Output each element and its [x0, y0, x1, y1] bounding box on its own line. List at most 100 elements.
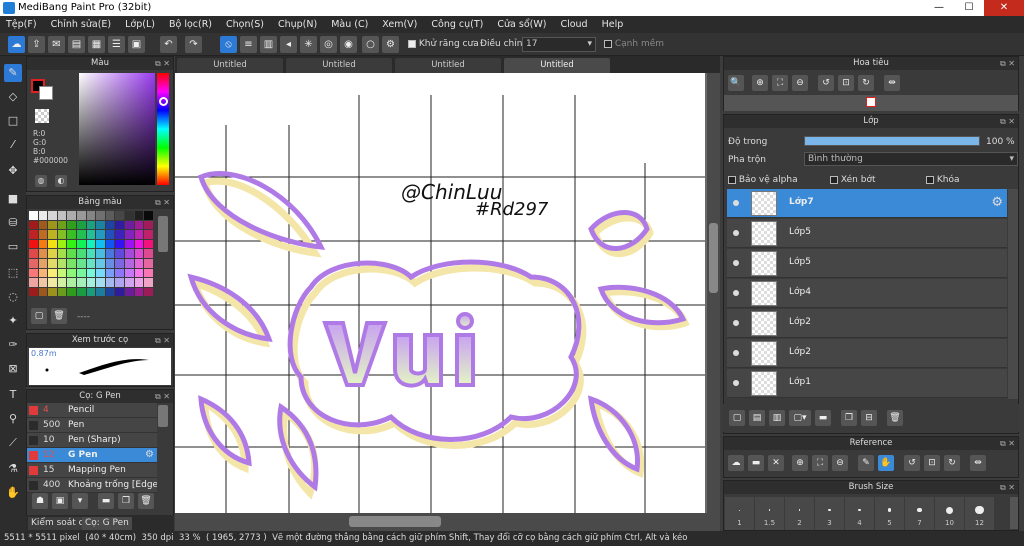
palette-swatch[interactable] — [29, 230, 38, 239]
palette-swatch[interactable] — [29, 239, 38, 249]
palette-swatch[interactable] — [86, 230, 96, 239]
drawing-canvas[interactable]: @ChinLuu #Rd297 — [175, 73, 720, 513]
palette-swatch[interactable] — [144, 287, 153, 297]
palette-swatch[interactable] — [48, 249, 57, 258]
palette-swatch[interactable] — [57, 278, 67, 287]
palette-swatch[interactable] — [105, 211, 115, 220]
menu-tools[interactable]: Công cụ(T) — [431, 19, 483, 30]
layer-row-selected[interactable]: Lớp7 ⚙ — [727, 189, 1007, 218]
rotate-left-icon[interactable]: ↺ — [818, 75, 834, 91]
palette-swatch[interactable] — [29, 220, 38, 230]
palette-swatch[interactable] — [144, 220, 153, 230]
palette-swatch[interactable] — [38, 211, 48, 220]
transparent-color-swatch[interactable] — [35, 109, 49, 123]
antialias-checkbox[interactable] — [408, 39, 416, 48]
palette-swatch[interactable] — [125, 249, 134, 258]
palette-swatch[interactable] — [134, 278, 144, 287]
hue-handle[interactable] — [159, 97, 168, 106]
palette-swatch[interactable] — [38, 249, 48, 258]
visibility-eye-icon[interactable] — [733, 380, 739, 386]
canvas-hscroll-track[interactable] — [175, 513, 720, 531]
palette-swatch[interactable] — [125, 239, 134, 249]
menu-filter[interactable]: Bộ lọc(R) — [169, 19, 212, 30]
menu-snap[interactable]: Chụp(N) — [278, 19, 317, 30]
layer-row[interactable]: Lớp5 — [727, 249, 1007, 278]
menu-view[interactable]: Xem(V) — [382, 19, 417, 30]
rect-tool-icon[interactable]: □ — [4, 112, 22, 130]
palette-swatch[interactable] — [134, 249, 144, 258]
tab-document-2[interactable]: Untitled — [286, 58, 392, 73]
brush-tool-icon[interactable]: ✎ — [4, 64, 22, 82]
brush-size-cell[interactable]: 5 — [875, 497, 904, 530]
palette-swatch[interactable] — [86, 249, 96, 258]
adjust-select[interactable]: 17 ▾ — [522, 37, 596, 52]
palette-swatch[interactable] — [67, 287, 76, 297]
canvas-vscroll-thumb[interactable] — [709, 223, 718, 293]
palette-swatch[interactable] — [115, 220, 124, 230]
palette-swatch[interactable] — [77, 249, 86, 258]
brush-size-cell[interactable]: 7 — [905, 497, 934, 530]
palette-swatch[interactable] — [96, 287, 105, 297]
antialias-toggle[interactable]: Khử răng cưa — [408, 39, 479, 49]
palette-swatch[interactable] — [125, 230, 134, 239]
palette-swatch[interactable] — [125, 211, 134, 220]
navigator-viewport[interactable] — [866, 97, 876, 107]
palette-swatch[interactable] — [115, 287, 124, 297]
palette-swatch[interactable] — [105, 259, 115, 268]
clip-checkbox[interactable] — [830, 175, 838, 184]
visibility-eye-icon[interactable] — [733, 320, 739, 326]
palette-swatch[interactable] — [77, 211, 86, 220]
palette-swatch[interactable] — [57, 287, 67, 297]
palette-swatch[interactable] — [134, 220, 144, 230]
palette-icon[interactable]: ◍ — [35, 175, 47, 187]
palette-swatch[interactable] — [115, 259, 124, 268]
comment-icon[interactable]: ✉ — [48, 36, 65, 53]
menu-select[interactable]: Chọn(S) — [226, 19, 264, 30]
palette-swatch[interactable] — [38, 259, 48, 268]
brush-size-cell[interactable]: 1.5 — [755, 497, 784, 530]
select-pen-tool-icon[interactable]: ✑ — [4, 336, 22, 354]
opacity-slider[interactable] — [804, 136, 980, 146]
palette-swatch[interactable] — [125, 268, 134, 278]
ref-flip-icon[interactable]: ⇹ — [970, 455, 986, 471]
menu-window[interactable]: Cửa sổ(W) — [497, 19, 546, 30]
brush-size-cell[interactable]: 10 — [935, 497, 964, 530]
palette-swatch[interactable] — [67, 220, 76, 230]
palette-swatch[interactable] — [144, 278, 153, 287]
palette-swatch[interactable] — [77, 259, 86, 268]
brush-folder-icon[interactable]: ▬ — [98, 493, 114, 509]
close-reference-icon[interactable]: ✕ — [768, 455, 784, 471]
palette-swatch[interactable] — [57, 230, 67, 239]
palette-swatch[interactable] — [48, 220, 57, 230]
settings-gear-icon[interactable]: ⚙ — [382, 36, 399, 53]
ref-reset-icon[interactable]: ⊡ — [924, 455, 940, 471]
brush-list-scrollbar[interactable] — [158, 405, 168, 427]
canvas-area[interactable]: @ChinLuu #Rd297 — [175, 73, 720, 513]
curve-snap-icon[interactable]: ◉ — [340, 36, 357, 53]
undo-icon[interactable]: ↶ — [160, 36, 177, 53]
palette-swatch[interactable] — [115, 239, 124, 249]
palette-swatch[interactable] — [77, 230, 86, 239]
ref-rotate-left-icon[interactable]: ↺ — [904, 455, 920, 471]
menu-layer[interactable]: Lớp(L) — [125, 19, 155, 30]
palette-swatch[interactable] — [57, 268, 67, 278]
palette-swatch[interactable] — [48, 259, 57, 268]
layer-add-menu-icon[interactable]: ▢▾ — [789, 410, 811, 426]
menu-color[interactable]: Màu (C) — [331, 19, 368, 30]
hue-slider[interactable] — [157, 73, 169, 185]
palette-swatch[interactable] — [125, 278, 134, 287]
protect-alpha-checkbox[interactable] — [728, 175, 736, 184]
palette-swatch[interactable] — [57, 249, 67, 258]
palette-swatch[interactable] — [57, 259, 67, 268]
new-8bit-layer-icon[interactable]: ▥ — [769, 410, 785, 426]
soft-edge-toggle[interactable]: Cạnh mềm — [604, 39, 664, 49]
tab-document-3[interactable]: Untitled — [395, 58, 501, 73]
palette-swatch[interactable] — [115, 211, 124, 220]
palette-swatch[interactable] — [48, 268, 57, 278]
ref-rotate-right-icon[interactable]: ↻ — [944, 455, 960, 471]
maximize-button[interactable]: ☐ — [954, 0, 984, 16]
duplicate-layer-icon[interactable]: ❐ — [841, 410, 857, 426]
layer-row[interactable]: Lớp2 — [727, 339, 1007, 368]
text-tool-icon[interactable]: T — [4, 386, 22, 404]
layer-row[interactable]: Lớp5 — [727, 219, 1007, 248]
